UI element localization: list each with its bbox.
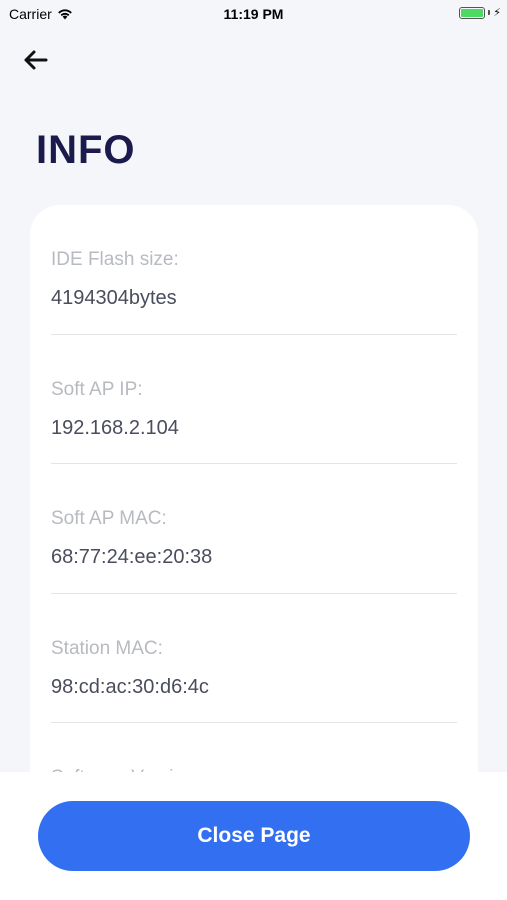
info-value: 68:77:24:ee:20:38	[51, 546, 213, 568]
info-value: 98:cd:ac:30:d6:4c	[51, 675, 209, 698]
status-time: 11:19 PM	[223, 6, 284, 22]
info-row-flash-size: IDE Flash size: 4194304bytes	[51, 205, 457, 335]
info-value: 4194304bytes	[51, 287, 177, 309]
back-button[interactable]	[18, 44, 52, 76]
battery-icon	[459, 6, 486, 19]
charging-bolt-icon: ⚡	[493, 7, 501, 19]
info-label: IDE Flash size:	[51, 249, 179, 270]
status-bar: Carrier 11:19 PM ⚡	[0, 0, 507, 28]
page-title: INFO	[36, 128, 136, 172]
battery-tip	[488, 10, 491, 15]
info-card: IDE Flash size: 4194304bytes Soft AP IP:…	[30, 205, 478, 805]
info-row-soft-ap-ip: Soft AP IP: 192.168.2.104	[51, 335, 457, 464]
info-row-soft-ap-mac: Soft AP MAC: 68:77:24:ee:20:38	[51, 464, 457, 594]
arrow-left-icon	[24, 50, 48, 70]
info-label: Station MAC:	[51, 637, 163, 659]
info-label: Soft AP IP:	[51, 378, 143, 400]
battery-indicator: ⚡	[459, 6, 501, 19]
info-label: Soft AP MAC:	[51, 508, 167, 529]
battery-fill	[461, 8, 484, 17]
info-row-station-mac: Station MAC: 98:cd:ac:30:d6:4c	[51, 594, 457, 723]
bottom-panel: Close Page	[0, 772, 507, 900]
close-page-button[interactable]: Close Page	[38, 801, 470, 871]
info-value: 192.168.2.104	[51, 416, 179, 439]
